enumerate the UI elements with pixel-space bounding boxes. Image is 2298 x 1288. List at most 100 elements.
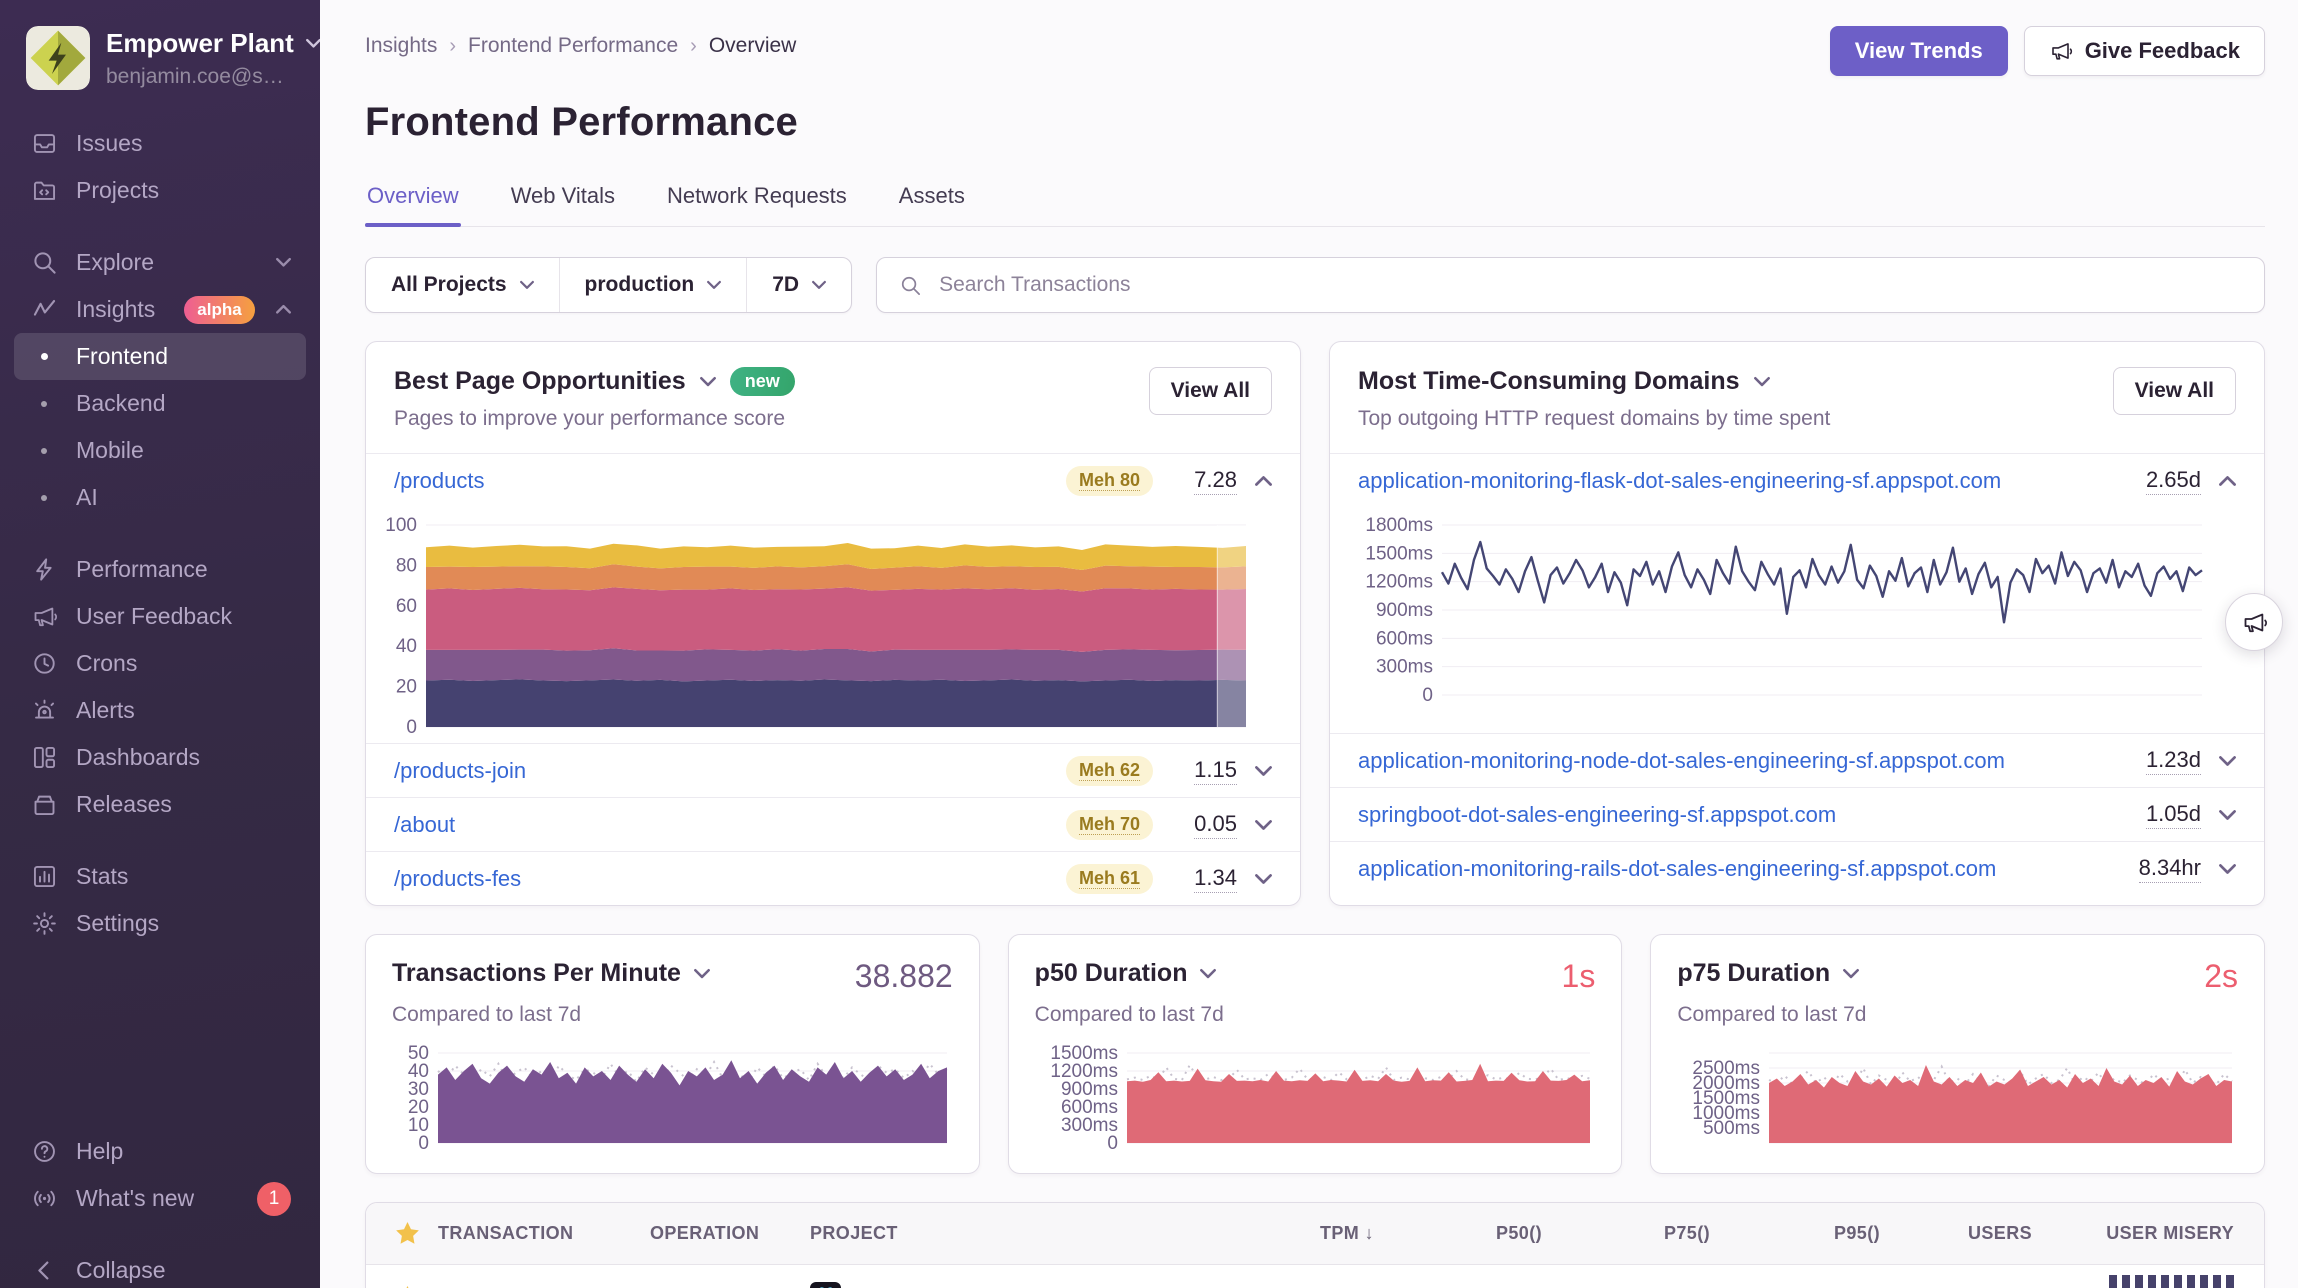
- svg-text:10: 10: [408, 1115, 429, 1136]
- sidebar-label-mobile: Mobile: [76, 437, 144, 464]
- insights-icon: [29, 296, 59, 323]
- sidebar-collapse-button[interactable]: Collapse: [14, 1247, 306, 1288]
- chevron-down-icon[interactable]: [1754, 376, 1770, 387]
- bullet-icon: [29, 448, 59, 454]
- give-feedback-button[interactable]: Give Feedback: [2024, 26, 2265, 76]
- breadcrumb-insights[interactable]: Insights: [365, 34, 437, 58]
- sidebar-item-backend[interactable]: Backend: [14, 380, 306, 427]
- view-trends-button[interactable]: View Trends: [1830, 26, 2008, 76]
- column-p75[interactable]: P75(): [1542, 1223, 1710, 1244]
- view-all-button[interactable]: View All: [1149, 367, 1272, 415]
- chevron-down-icon: [306, 38, 320, 49]
- org-text: Empower Plant benjamin.coe@sent…: [106, 26, 294, 89]
- svg-text:600ms: 600ms: [1061, 1097, 1118, 1118]
- sidebar-item-frontend[interactable]: Frontend: [14, 333, 306, 380]
- domain-link[interactable]: springboot-dot-sales-engineering-sf.apps…: [1358, 802, 1836, 828]
- column-operation[interactable]: OPERATION: [650, 1223, 810, 1244]
- date-range-filter[interactable]: 7D: [747, 258, 851, 312]
- chevron-down-icon[interactable]: [1843, 968, 1859, 979]
- sidebar-item-crons[interactable]: Crons: [14, 640, 306, 687]
- sidebar-item-user-feedback[interactable]: User Feedback: [14, 593, 306, 640]
- domain-link[interactable]: application-monitoring-node-dot-sales-en…: [1358, 748, 2005, 774]
- sidebar-item-stats[interactable]: Stats: [14, 853, 306, 900]
- table-header-row: TRANSACTION OPERATION PROJECT TPM ↓ P50(…: [366, 1203, 2264, 1265]
- sidebar-item-insights[interactable]: Insights alpha: [14, 286, 306, 333]
- filter-bar: All Projects production 7D: [365, 257, 2265, 313]
- breadcrumb-overview: Overview: [709, 34, 797, 58]
- star-icon[interactable]: [394, 1284, 421, 1288]
- column-transaction[interactable]: TRANSACTION: [438, 1223, 650, 1244]
- column-users[interactable]: USERS: [1880, 1223, 2032, 1244]
- page-row: /products-join Meh 62 1.15: [366, 743, 1300, 797]
- chevron-down-icon[interactable]: [1255, 819, 1272, 831]
- gear-icon: [29, 910, 59, 937]
- sidebar-item-alerts[interactable]: Alerts: [14, 687, 306, 734]
- chevron-down-icon[interactable]: [2219, 755, 2236, 767]
- view-all-button[interactable]: View All: [2113, 367, 2236, 415]
- sidebar-item-performance[interactable]: Performance: [14, 546, 306, 593]
- page-link[interactable]: /products-fes: [394, 866, 521, 892]
- environment-filter[interactable]: production: [560, 258, 748, 312]
- project-filter[interactable]: All Projects: [366, 258, 560, 312]
- new-badge: new: [730, 367, 795, 396]
- column-p95[interactable]: P95(): [1710, 1223, 1880, 1244]
- svg-text:100: 100: [385, 515, 417, 536]
- tab-overview[interactable]: Overview: [365, 183, 461, 226]
- page-row: /products-fes Meh 61 1.34: [366, 851, 1300, 905]
- sort-desc-icon: ↓: [1365, 1223, 1374, 1243]
- org-switcher[interactable]: Empower Plant benjamin.coe@sent…: [0, 26, 320, 90]
- sidebar-item-issues[interactable]: Issues: [14, 120, 306, 167]
- sidebar-item-ai[interactable]: AI: [14, 474, 306, 521]
- sidebar-item-whats-new[interactable]: What's new 1: [14, 1175, 306, 1222]
- tpm-cell: 7.57/min: [1202, 1284, 1374, 1288]
- sidebar-item-releases[interactable]: Releases: [14, 781, 306, 828]
- chevron-up-icon[interactable]: [1255, 475, 1272, 487]
- domain-row: application-monitoring-flask-dot-sales-e…: [1330, 453, 2264, 507]
- sidebar-item-dashboards[interactable]: Dashboards: [14, 734, 306, 781]
- chevron-down-icon[interactable]: [1200, 968, 1216, 979]
- svg-text:0: 0: [1422, 685, 1433, 706]
- column-tpm[interactable]: TPM ↓: [1202, 1223, 1374, 1244]
- domain-duration-chart-wrap: 0300ms600ms900ms1200ms1500ms1800ms: [1330, 507, 2264, 733]
- svg-text:0: 0: [406, 717, 417, 738]
- whats-new-count-badge: 1: [257, 1182, 291, 1216]
- star-icon[interactable]: [394, 1220, 421, 1247]
- sidebar-item-settings[interactable]: Settings: [14, 900, 306, 947]
- sidebar-item-explore[interactable]: Explore: [14, 239, 306, 286]
- tab-web-vitals[interactable]: Web Vitals: [509, 183, 617, 226]
- column-p50[interactable]: P50(): [1374, 1223, 1542, 1244]
- transaction-link[interactable]: /products: [438, 1284, 529, 1288]
- page-link[interactable]: /products-join: [394, 758, 526, 784]
- chevron-down-icon[interactable]: [700, 376, 716, 387]
- opportunity-value: 0.05: [1194, 810, 1237, 839]
- project-link[interactable]: react: [852, 1284, 901, 1288]
- sidebar-label-explore: Explore: [76, 249, 154, 276]
- svg-text:20: 20: [408, 1097, 429, 1118]
- chevron-down-icon[interactable]: [694, 968, 710, 979]
- search-input[interactable]: [937, 272, 2242, 298]
- feedback-fab[interactable]: [2225, 593, 2283, 651]
- bullet-icon: [29, 353, 59, 360]
- column-user-misery[interactable]: USER MISERY: [2032, 1223, 2264, 1244]
- page-link[interactable]: /about: [394, 812, 455, 838]
- domain-link[interactable]: application-monitoring-flask-dot-sales-e…: [1358, 468, 2001, 494]
- svg-text:60: 60: [396, 596, 417, 617]
- sidebar-label-collapse: Collapse: [76, 1257, 166, 1284]
- breadcrumb-frontend-performance[interactable]: Frontend Performance: [468, 34, 678, 58]
- tab-network-requests[interactable]: Network Requests: [665, 183, 849, 226]
- domain-link[interactable]: application-monitoring-rails-dot-sales-e…: [1358, 856, 1996, 882]
- page-link[interactable]: /products: [394, 468, 485, 494]
- sidebar-item-mobile[interactable]: Mobile: [14, 427, 306, 474]
- chevron-down-icon[interactable]: [1255, 765, 1272, 777]
- chevron-up-icon[interactable]: [2219, 475, 2236, 487]
- sidebar-label-alerts: Alerts: [76, 697, 135, 724]
- chevron-down-icon[interactable]: [2219, 863, 2236, 875]
- sidebar-label-backend: Backend: [76, 390, 166, 417]
- sidebar-label-settings: Settings: [76, 910, 159, 937]
- sidebar-item-projects[interactable]: Projects: [14, 167, 306, 214]
- column-project[interactable]: PROJECT: [810, 1223, 1202, 1244]
- chevron-down-icon[interactable]: [1255, 873, 1272, 885]
- tab-assets[interactable]: Assets: [897, 183, 967, 226]
- chevron-down-icon[interactable]: [2219, 809, 2236, 821]
- sidebar-item-help[interactable]: Help: [14, 1128, 306, 1175]
